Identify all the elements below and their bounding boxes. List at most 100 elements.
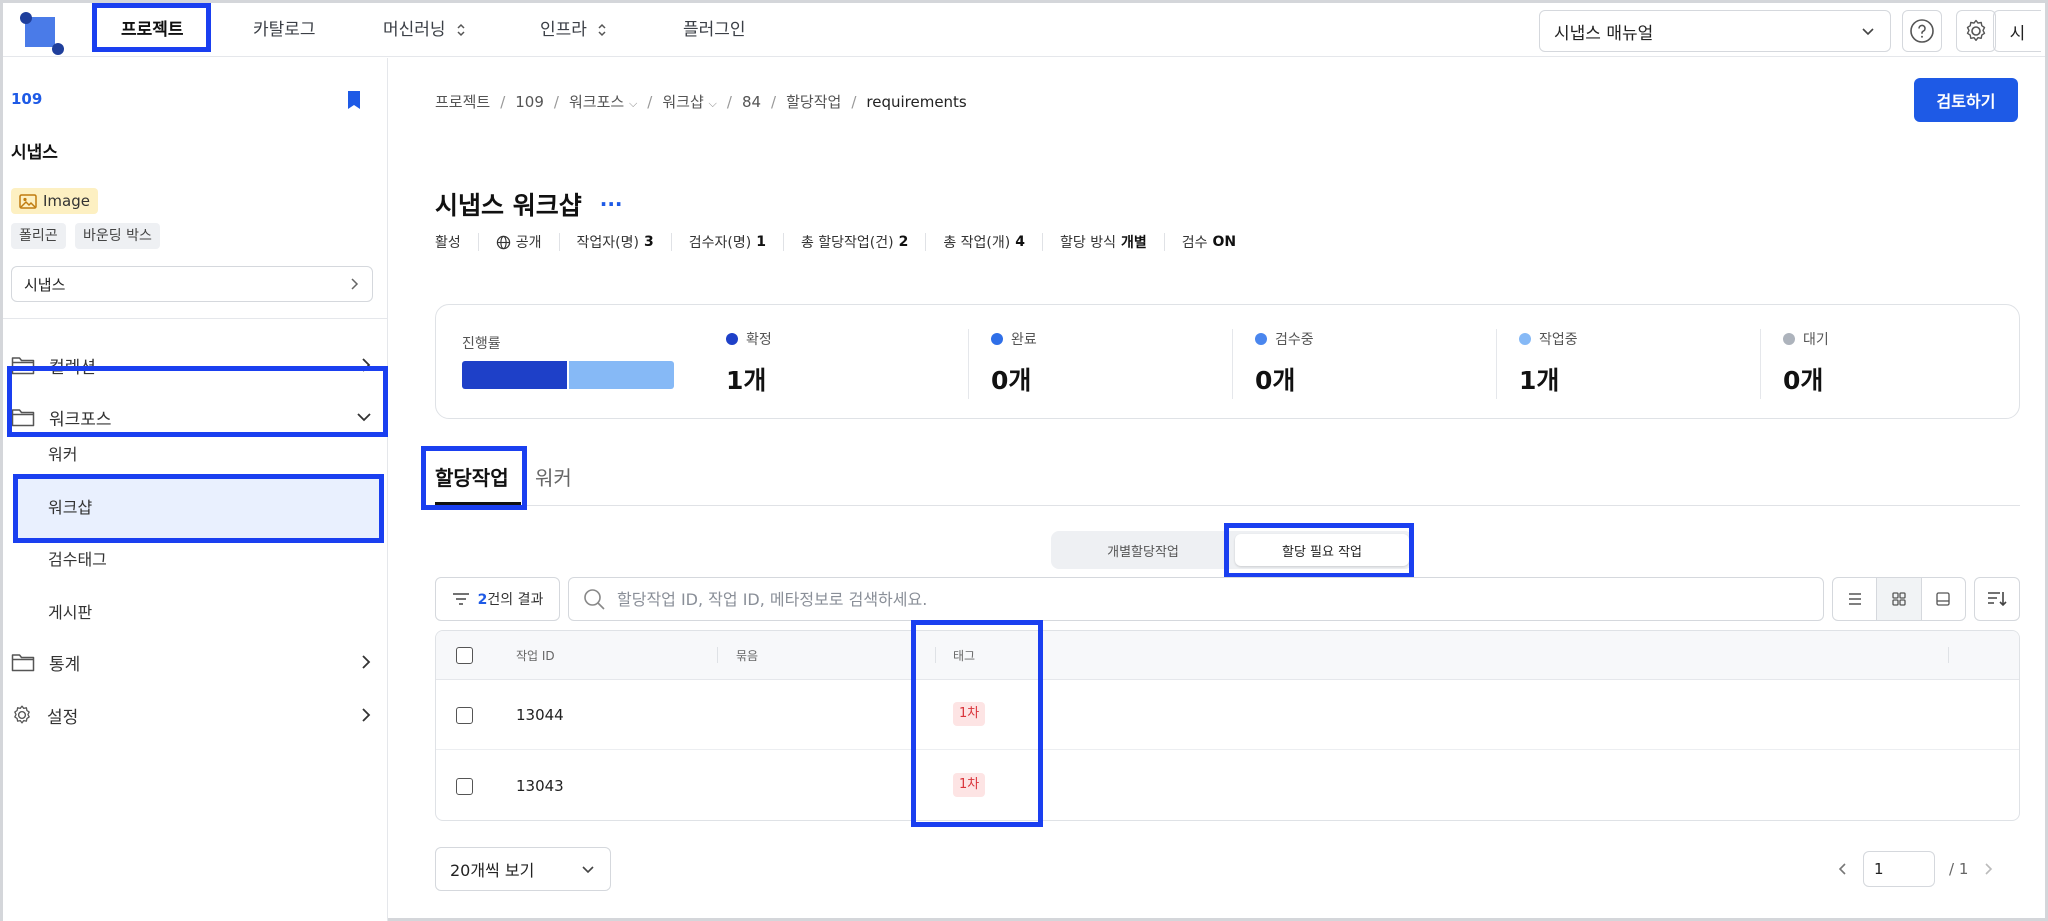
nav-projects[interactable]: 프로젝트	[121, 3, 184, 57]
meta-visibility: 공개	[477, 233, 559, 251]
help-icon	[1910, 19, 1934, 43]
breadcrumb-workshop-id[interactable]: 84	[742, 93, 761, 111]
breadcrumb-projects[interactable]: 프로젝트	[435, 91, 490, 112]
filter-icon	[452, 593, 469, 605]
breadcrumb-project-id[interactable]: 109	[515, 93, 544, 111]
nav-machine-learning[interactable]: 머신러닝	[383, 3, 468, 57]
column-header-task-id[interactable]: 작업 ID	[516, 647, 555, 664]
table-row[interactable]: 13043 1차	[436, 751, 2019, 820]
search-box	[568, 577, 1824, 621]
search-icon	[584, 589, 605, 610]
sidebar-item-collection[interactable]: 컬렉션	[11, 345, 373, 385]
chevron-down-icon	[357, 413, 371, 422]
stat-reviewing: 검수중 0개	[1232, 329, 1492, 399]
user-avatar[interactable]: 시	[1993, 10, 2041, 52]
sort-button[interactable]	[1974, 577, 2020, 621]
chevron-right-icon	[351, 278, 359, 290]
tab-assignments[interactable]: 할당작업	[435, 462, 509, 491]
synapse-logo[interactable]	[17, 11, 65, 55]
sidebar-divider	[3, 318, 388, 319]
status-dot	[726, 333, 738, 345]
chevron-right-icon	[362, 358, 371, 372]
sidebar-item-workers[interactable]: 워커	[48, 441, 77, 465]
page-title: 시냅스 워크샵 ···	[435, 191, 623, 220]
segment-individual[interactable]: 개별할당작업	[1055, 534, 1231, 566]
nav-plugins[interactable]: 플러그인	[683, 3, 746, 57]
row-checkbox[interactable]	[456, 778, 473, 795]
chevron-down-icon	[1862, 28, 1874, 36]
sidebar-item-stats[interactable]: 통계	[11, 642, 373, 682]
progress-label: 진행률	[462, 336, 501, 352]
tabs: 할당작업 워커	[435, 448, 2020, 506]
project-id: 109	[11, 90, 43, 108]
stat-confirmed: 확정 1개	[726, 332, 772, 395]
progress-bar-confirmed	[462, 361, 567, 389]
chevron-down-icon	[582, 866, 594, 874]
chevron-updown-icon	[457, 23, 465, 37]
tab-workers[interactable]: 워커	[535, 462, 572, 491]
data-type-badge: Image	[11, 188, 98, 214]
review-button[interactable]: 검토하기	[1914, 78, 2018, 122]
nav-catalog[interactable]: 카탈로그	[253, 3, 316, 57]
annotation-chip-polygon: 폴리곤	[11, 223, 66, 249]
row-checkbox[interactable]	[456, 707, 473, 724]
meta-tasks: 총 작업(개) 4	[925, 233, 1042, 251]
chevron-right-icon[interactable]	[1982, 861, 1994, 877]
breadcrumb-workshop[interactable]: 워크샵 ⌵	[662, 91, 717, 112]
per-page-select[interactable]: 20개씩 보기	[435, 847, 611, 891]
page-number-input[interactable]	[1863, 851, 1935, 887]
chevron-left-icon[interactable]	[1837, 861, 1849, 877]
status-dot	[1519, 333, 1531, 345]
search-input[interactable]	[617, 589, 1767, 609]
help-button[interactable]	[1902, 10, 1942, 52]
column-separator	[1948, 647, 1949, 663]
preview-icon	[1936, 592, 1950, 606]
meta-method: 할당 방식 개별	[1042, 233, 1164, 251]
gear-icon	[14, 705, 30, 724]
more-options-icon[interactable]: ···	[600, 192, 623, 216]
view-list-button[interactable]	[1833, 578, 1876, 620]
select-all-checkbox[interactable]	[456, 647, 473, 664]
sort-icon	[1988, 592, 2007, 607]
table-row[interactable]: 13044 1차	[436, 680, 2019, 750]
tag-badge: 1차	[953, 773, 986, 797]
stat-done: 완료 0개	[968, 329, 1228, 399]
breadcrumb-workforce[interactable]: 워크포스 ⌵	[569, 91, 637, 112]
sidebar-item-workshop[interactable]: 워크샵	[48, 494, 92, 518]
sidebar-item-board[interactable]: 게시판	[48, 599, 92, 623]
chevron-updown-icon	[598, 23, 606, 37]
assignments-table: 작업 ID 묶음 태그 13044 1차 13043 1차	[435, 630, 2020, 821]
breadcrumb: 프로젝트/ 109/ 워크포스 ⌵ / 워크샵 ⌵/ 84/ 할당작업 / requ…	[435, 91, 967, 112]
sidebar: 109 시냅스 Image 폴리곤 바운딩 박스 시냅스 컬렉션 워크포스 워커…	[3, 58, 388, 921]
progress-bar-working	[569, 361, 674, 389]
list-icon	[1848, 593, 1861, 605]
status-dot	[1255, 333, 1267, 345]
breadcrumb-assignments[interactable]: 할당작업	[786, 91, 841, 112]
sidebar-item-review-tags[interactable]: 검수태그	[48, 546, 107, 570]
globe-icon	[496, 235, 510, 249]
tag-badge: 1차	[953, 702, 986, 726]
page-total: / 1	[1949, 860, 1969, 878]
grid-icon	[1892, 592, 1906, 606]
tab-underline	[435, 502, 521, 505]
meta-status: 활성	[435, 235, 461, 251]
column-header-group[interactable]: 묶음	[736, 647, 758, 664]
workshop-meta: 활성 공개 작업자(명) 3 검수자(명) 1 총 할당작업(건) 2 총 작업(개)…	[435, 233, 1253, 251]
project-name: 시냅스	[11, 143, 58, 163]
folder-icon	[11, 654, 35, 672]
segment-needs-assignment[interactable]: 할당 필요 작업	[1235, 534, 1409, 566]
manual-select[interactable]: 시냅스 매뉴얼	[1539, 10, 1891, 52]
filter-button[interactable]: 2건의 결과	[435, 577, 560, 621]
progress-card: 진행률 확정 1개 완료 0개 검수중 0개 작업중 1개 대기 0개	[435, 304, 2020, 419]
view-preview-button[interactable]	[1920, 578, 1965, 620]
column-header-tag[interactable]: 태그	[953, 647, 975, 664]
settings-button[interactable]	[1956, 10, 1996, 52]
sidebar-item-settings[interactable]: 설정	[11, 695, 373, 735]
bookmark-icon[interactable]	[345, 90, 363, 110]
meta-assignments: 총 할당작업(건) 2	[782, 233, 925, 251]
sidebar-item-workforce[interactable]: 워크포스	[11, 397, 373, 437]
workspace-select[interactable]: 시냅스	[11, 266, 373, 302]
nav-infra[interactable]: 인프라	[540, 3, 609, 57]
view-grid-button[interactable]	[1876, 578, 1921, 620]
meta-reviewers: 검수자(명) 1	[670, 233, 783, 251]
